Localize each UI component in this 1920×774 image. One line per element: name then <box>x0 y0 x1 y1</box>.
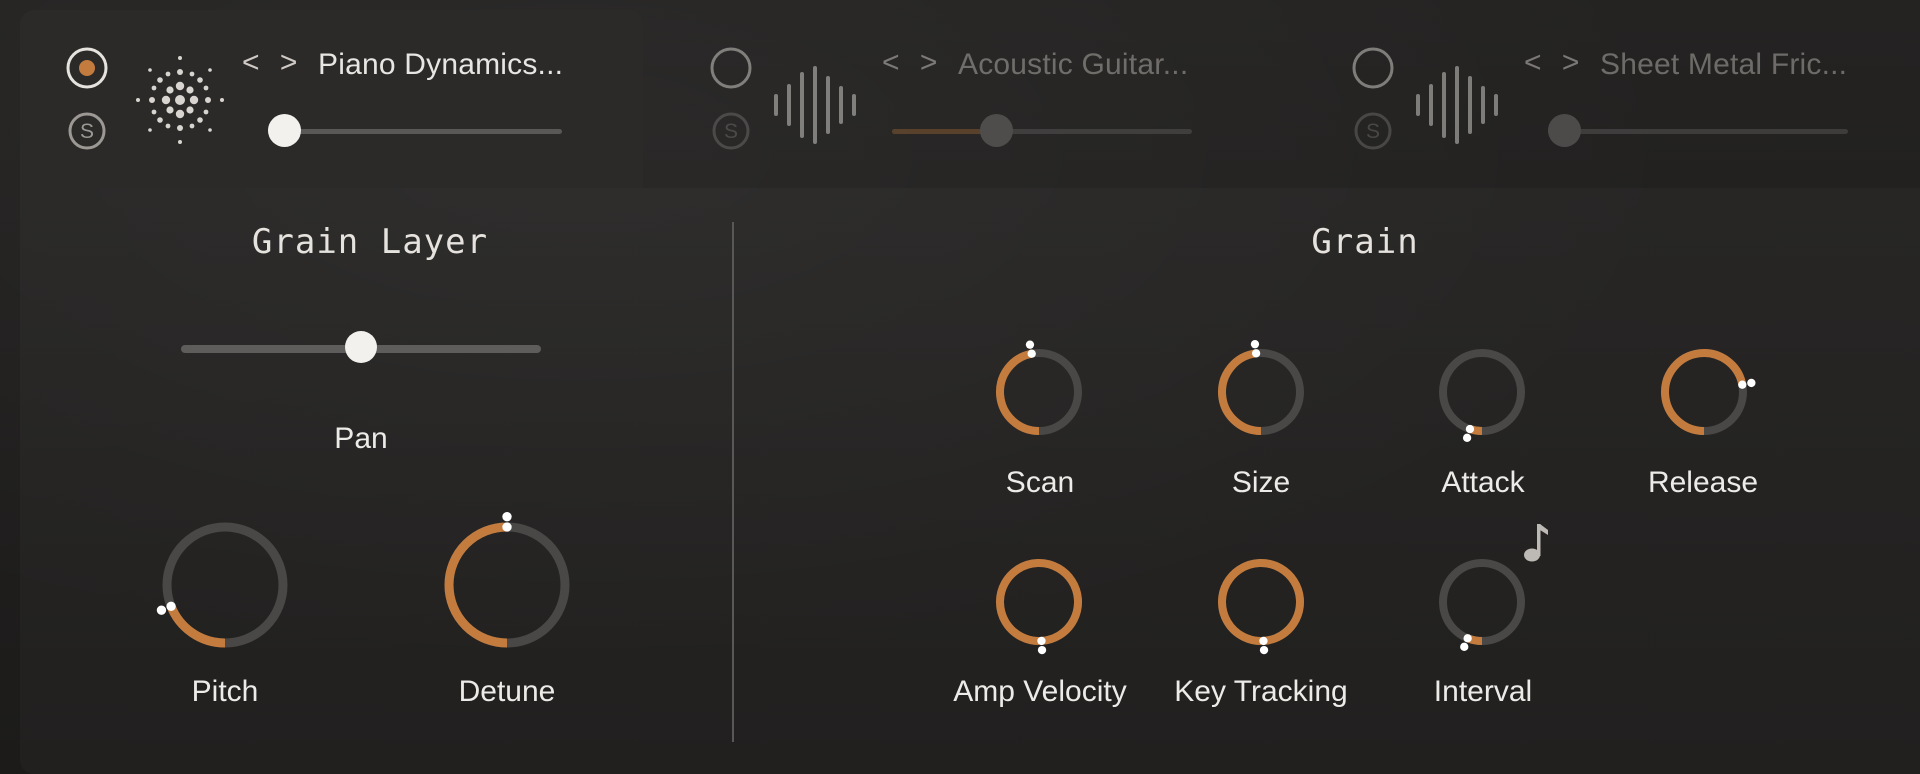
amp-velocity-knob[interactable] <box>995 558 1083 655</box>
solo-icon[interactable]: S <box>67 111 107 151</box>
waveform-bars-icon <box>774 66 856 144</box>
solo-icon[interactable]: S <box>711 111 751 151</box>
pan-label: Pan <box>334 422 388 455</box>
knob-indicator-dot-outer <box>1259 645 1269 655</box>
record-circle-icon[interactable] <box>709 46 753 90</box>
knob-value-arc <box>444 522 508 648</box>
knob-indicator-dot-outer <box>1250 340 1260 349</box>
pan-slider[interactable] <box>181 331 541 363</box>
knob-track <box>1439 559 1525 645</box>
slider-track <box>268 129 562 134</box>
layer-nav-arrows[interactable]: < > <box>882 46 943 80</box>
size-label: Size <box>1231 466 1291 499</box>
layer-nav-arrows[interactable]: < > <box>242 46 303 80</box>
knob-indicator-dot <box>166 601 176 612</box>
layer-name[interactable]: Acoustic Guitar... <box>958 48 1188 82</box>
knob-indicator-dot <box>502 522 512 532</box>
layer-volume-slider[interactable] <box>892 114 1192 147</box>
solo-label: S <box>80 120 94 143</box>
knob-value-arc <box>996 349 1040 435</box>
record-circle-icon[interactable] <box>65 46 109 90</box>
detune-label: Detune <box>458 675 556 708</box>
slider-thumb[interactable] <box>980 114 1014 147</box>
pitch-label: Pitch <box>191 675 259 708</box>
attack-knob[interactable] <box>1438 348 1526 443</box>
knob-indicator-dot-outer <box>1037 645 1047 655</box>
layer-nav-arrows[interactable]: < > <box>1524 46 1585 80</box>
size-knob[interactable] <box>1217 340 1305 436</box>
sparkle-dots-icon <box>136 56 224 144</box>
layer-tab-3[interactable]: S < > Sheet Metal Fric... <box>1322 10 1912 188</box>
knob-indicator-dot-outer <box>1025 340 1035 349</box>
layer-name[interactable]: Piano Dynamics... <box>318 48 563 82</box>
section-divider <box>732 222 734 742</box>
knob-indicator-dot-outer <box>156 605 167 615</box>
layer-tab-1[interactable]: S < > Piano Dynamics... <box>20 10 643 188</box>
solo-icon[interactable]: S <box>1353 111 1393 151</box>
knob-indicator-dot <box>1259 636 1268 646</box>
record-circle-icon[interactable] <box>1351 46 1395 90</box>
layer-volume-slider[interactable] <box>268 114 562 147</box>
pan-slider-thumb[interactable] <box>345 331 377 363</box>
knob-indicator-dot-outer <box>1747 378 1756 388</box>
music-note-icon[interactable] <box>1522 520 1550 564</box>
grain-layer-title: Grain Layer <box>251 222 489 262</box>
slider-track <box>1548 129 1848 134</box>
waveform-bars-icon <box>1416 66 1498 144</box>
release-knob[interactable] <box>1660 348 1756 436</box>
key-tracking-knob[interactable] <box>1217 558 1305 655</box>
solo-label: S <box>724 120 738 143</box>
knob-indicator-dot <box>1251 349 1261 358</box>
key-tracking-label: Key Tracking <box>1174 675 1348 708</box>
knob-indicator-dot <box>1037 636 1046 646</box>
layer-name[interactable]: Sheet Metal Fric... <box>1600 48 1847 82</box>
grain-title: Grain <box>1311 222 1419 262</box>
scan-knob[interactable] <box>995 340 1083 436</box>
knob-value-arc <box>1218 559 1304 645</box>
knob-indicator-dot <box>1027 349 1036 358</box>
knob-value-arc <box>1218 349 1262 435</box>
layer-tab-2[interactable]: S < > Acoustic Guitar... <box>680 10 1240 188</box>
knob-indicator-dot-outer <box>1462 433 1472 443</box>
knob-indicator-dot <box>1463 634 1472 643</box>
synth-plugin-window: S < > Piano Dynamics... S < > Acoustic G… <box>0 0 1920 774</box>
layer-volume-slider[interactable] <box>1548 114 1848 147</box>
knob-value-arc <box>996 559 1082 645</box>
pitch-knob[interactable] <box>156 520 290 650</box>
attack-label: Attack <box>1441 466 1525 499</box>
knob-indicator-dot <box>1465 424 1475 434</box>
scan-label: Scan <box>1005 466 1075 499</box>
release-label: Release <box>1647 466 1759 499</box>
interval-knob[interactable] <box>1438 558 1526 651</box>
knob-track <box>1439 349 1525 435</box>
knob-indicator-dot-outer <box>502 511 512 522</box>
amp-velocity-label: Amp Velocity <box>953 675 1127 708</box>
knob-indicator-dot-outer <box>1460 642 1469 651</box>
solo-label: S <box>1366 120 1380 143</box>
slider-thumb[interactable] <box>1548 114 1581 147</box>
knob-indicator-dot <box>1738 380 1747 389</box>
interval-label: Interval <box>1433 675 1533 708</box>
slider-thumb[interactable] <box>268 114 301 147</box>
detune-knob[interactable] <box>442 511 572 650</box>
knob-value-arc <box>166 604 226 648</box>
